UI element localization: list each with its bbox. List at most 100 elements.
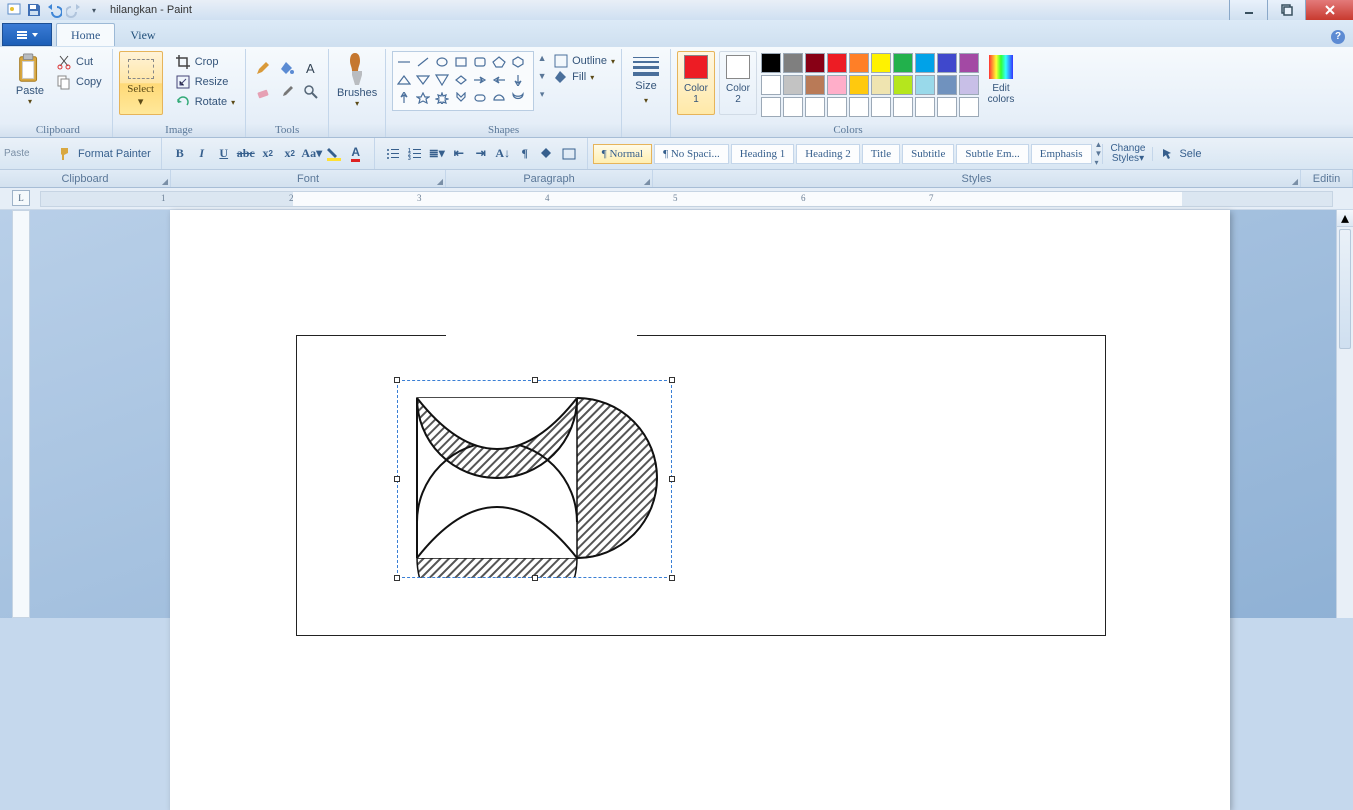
text-tool[interactable]: A (300, 57, 322, 79)
undo-icon[interactable] (46, 2, 62, 18)
styles-more[interactable]: ▾ (1095, 158, 1103, 167)
color-swatch[interactable] (805, 75, 825, 95)
color-swatch[interactable] (849, 75, 869, 95)
maximize-button[interactable] (1267, 0, 1305, 20)
change-styles-button[interactable]: Change Styles▾ (1102, 144, 1152, 164)
sort-button[interactable]: A↓ (493, 145, 513, 163)
color-swatch[interactable] (871, 53, 891, 73)
color-swatch[interactable] (871, 75, 891, 95)
format-painter-button[interactable]: Format Painter (58, 138, 162, 169)
tab-selector[interactable]: L (12, 190, 30, 206)
qat-dropdown-icon[interactable]: ▾ (86, 2, 102, 18)
style-subtle-em-[interactable]: Subtle Em... (956, 144, 1028, 164)
decrease-indent-button[interactable]: ⇤ (449, 145, 469, 163)
color-swatch[interactable] (761, 97, 781, 117)
resize-handle[interactable] (394, 377, 400, 383)
color-swatch[interactable] (783, 53, 803, 73)
color-swatch[interactable] (893, 97, 913, 117)
color-swatch[interactable] (827, 97, 847, 117)
scroll-thumb[interactable] (1339, 229, 1351, 349)
resize-handle[interactable] (669, 575, 675, 581)
select-button[interactable]: Select ▾ (119, 51, 163, 115)
size-button[interactable]: Size ▾ (628, 49, 664, 105)
vertical-scrollbar[interactable]: ▴ (1336, 210, 1353, 618)
resize-handle[interactable] (669, 476, 675, 482)
crop-button[interactable]: Crop (173, 53, 237, 71)
color-swatch[interactable] (827, 53, 847, 73)
brushes-button[interactable]: Brushes ▾ (335, 49, 379, 108)
resize-button[interactable]: Resize (173, 73, 237, 91)
shapes-scroll-up[interactable]: ▲ (534, 49, 550, 67)
color-swatch[interactable] (915, 97, 935, 117)
save-icon[interactable] (26, 2, 42, 18)
pasted-image-selection[interactable] (397, 380, 672, 578)
color-2-button[interactable]: Color 2 (719, 51, 757, 115)
color-swatch[interactable] (805, 97, 825, 117)
fill-tool[interactable] (276, 57, 298, 79)
resize-handle[interactable] (669, 377, 675, 383)
styles-scroll-down[interactable]: ▼ (1095, 149, 1103, 158)
color-picker-tool[interactable] (276, 81, 298, 103)
shape-outline-button[interactable]: Outline ▾ (554, 54, 615, 68)
color-swatch[interactable] (937, 75, 957, 95)
shape-fill-button[interactable]: Fill ▾ (554, 70, 615, 84)
magnifier-tool[interactable] (300, 81, 322, 103)
color-swatch[interactable] (893, 75, 913, 95)
resize-handle[interactable] (532, 575, 538, 581)
cut-button[interactable]: Cut (54, 53, 104, 71)
close-button[interactable] (1305, 0, 1353, 20)
color-swatch[interactable] (849, 53, 869, 73)
file-menu-button[interactable] (2, 23, 52, 46)
style-heading-1[interactable]: Heading 1 (731, 144, 795, 164)
eraser-tool[interactable] (252, 81, 274, 103)
shapes-more[interactable]: ▾ (534, 85, 550, 103)
bullets-button[interactable] (383, 145, 403, 163)
borders-button[interactable] (559, 145, 579, 163)
underline-button[interactable]: U (214, 145, 234, 163)
style--no-spaci-[interactable]: ¶ No Spaci... (654, 144, 729, 164)
style-heading-2[interactable]: Heading 2 (796, 144, 860, 164)
style-title[interactable]: Title (862, 144, 900, 164)
help-icon[interactable]: ? (1331, 30, 1345, 44)
superscript-button[interactable]: x2 (280, 145, 300, 163)
strikethrough-button[interactable]: abc (236, 145, 256, 163)
highlight-button[interactable] (324, 145, 344, 163)
scroll-up-button[interactable]: ▴ (1337, 210, 1353, 227)
redo-icon[interactable] (66, 2, 82, 18)
color-swatch[interactable] (893, 53, 913, 73)
color-swatch[interactable] (871, 97, 891, 117)
color-swatch[interactable] (959, 97, 979, 117)
color-1-button[interactable]: Color 1 (677, 51, 715, 115)
numbering-button[interactable]: 123 (405, 145, 425, 163)
color-palette[interactable] (761, 51, 979, 117)
ruler-vertical[interactable] (12, 210, 30, 618)
resize-handle[interactable] (394, 476, 400, 482)
change-case-button[interactable]: Aa▾ (302, 145, 322, 163)
styles-scroll-up[interactable]: ▲ (1095, 140, 1103, 149)
tab-home[interactable]: Home (56, 23, 115, 46)
word-styles-gallery[interactable]: ¶ Normal¶ No Spaci...Heading 1Heading 2T… (592, 144, 1093, 164)
color-swatch[interactable] (761, 75, 781, 95)
color-swatch[interactable] (959, 53, 979, 73)
font-color-button[interactable]: A (346, 145, 366, 163)
minimize-button[interactable] (1229, 0, 1267, 20)
shapes-gallery[interactable] (392, 51, 534, 111)
style-emphasis[interactable]: Emphasis (1031, 144, 1092, 164)
color-swatch[interactable] (783, 75, 803, 95)
copy-button[interactable]: Copy (54, 73, 104, 91)
color-swatch[interactable] (915, 75, 935, 95)
italic-button[interactable]: I (192, 145, 212, 163)
color-swatch[interactable] (937, 97, 957, 117)
color-swatch[interactable] (783, 97, 803, 117)
resize-handle[interactable] (532, 377, 538, 383)
color-swatch[interactable] (915, 53, 935, 73)
show-marks-button[interactable]: ¶ (515, 145, 535, 163)
color-swatch[interactable] (937, 53, 957, 73)
color-swatch[interactable] (827, 75, 847, 95)
style-subtitle[interactable]: Subtitle (902, 144, 954, 164)
rotate-button[interactable]: Rotate ▾ (173, 93, 237, 111)
color-swatch[interactable] (761, 53, 781, 73)
resize-handle[interactable] (394, 575, 400, 581)
subscript-button[interactable]: x2 (258, 145, 278, 163)
paste-button[interactable]: Paste ▾ (10, 49, 50, 106)
